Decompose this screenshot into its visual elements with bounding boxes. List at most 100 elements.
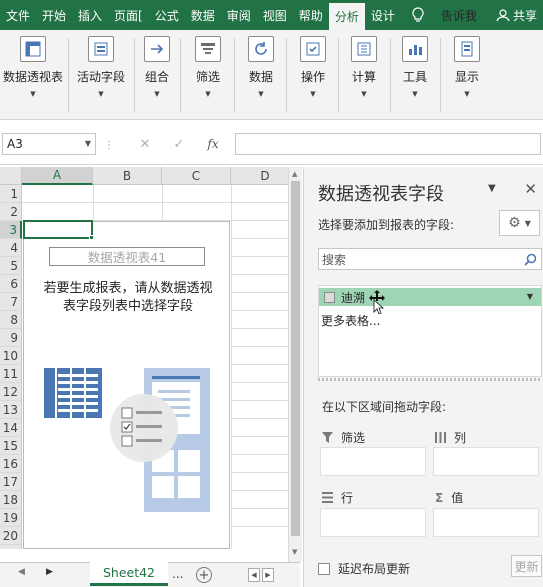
filter-icon — [195, 36, 221, 62]
sheet-prev-icon[interactable]: ◀ — [18, 567, 25, 577]
row-header[interactable]: 19 — [0, 509, 22, 527]
pivot-table-placeholder[interactable]: 数据透视表41 若要生成报表，请从数据透视 表字段列表中选择字段 — [23, 221, 230, 549]
name-box[interactable]: A3 ▼ — [2, 133, 96, 155]
scroll-right-icon[interactable]: ▶ — [262, 568, 274, 582]
select-all-button[interactable] — [0, 167, 22, 185]
calculations-group[interactable]: 计算 ▼ — [342, 34, 386, 120]
field-search-input[interactable]: 搜索 — [318, 248, 542, 270]
active-field-icon — [88, 36, 114, 62]
row-header[interactable]: 6 — [0, 275, 22, 293]
column-header-a[interactable]: A — [22, 167, 93, 185]
scroll-up-icon[interactable]: ▲ — [292, 170, 297, 178]
refresh-data-icon — [248, 36, 274, 62]
worksheet-grid[interactable]: A B C D 1 2 3 4 5 6 7 8 9 10 11 12 13 14… — [0, 167, 288, 549]
tab-review[interactable]: 审阅 — [221, 0, 257, 30]
values-drop-zone[interactable] — [433, 508, 539, 537]
update-button[interactable]: 更新 — [511, 555, 542, 577]
row-header[interactable]: 10 — [0, 347, 22, 365]
field-label: 迪溯 — [341, 290, 366, 305]
chevron-down-icon: ▼ — [98, 90, 104, 98]
chevron-down-icon: ▼ — [412, 90, 418, 98]
sheet-next-icon[interactable]: ▶ — [46, 567, 53, 577]
row-header[interactable]: 14 — [0, 419, 22, 437]
row-header[interactable]: 11 — [0, 365, 22, 383]
tab-insert[interactable]: 插入 — [72, 0, 108, 30]
pivot-field-pane: 数据透视表字段 ▼ ✕ 选择要添加到报表的字段: ⚙ ▼ 搜索 迪溯 ▼ 更多表… — [303, 167, 543, 587]
filter-group[interactable]: 筛选 ▼ — [186, 34, 230, 120]
tab-formulas[interactable]: 公式 — [149, 0, 185, 30]
row-header[interactable]: 20 — [0, 527, 22, 545]
row-header[interactable]: 12 — [0, 383, 22, 401]
sheet-tab-active[interactable]: Sheet42 — [90, 562, 168, 586]
column-header-d[interactable]: D — [231, 167, 288, 185]
row-header[interactable]: 7 — [0, 293, 22, 311]
active-field-group[interactable]: 活动字段 ▼ — [72, 34, 130, 120]
close-icon[interactable]: ✕ — [524, 180, 537, 198]
columns-area-header: 列 — [435, 429, 466, 446]
field-list: 迪溯 ▼ 更多表格... — [318, 285, 542, 377]
vertical-scrollbar[interactable]: ▲ ▼ — [288, 167, 302, 562]
row-header[interactable]: 17 — [0, 473, 22, 491]
drag-prompt: 在以下区域间拖动字段: — [322, 400, 447, 414]
tab-home[interactable]: 开始 — [36, 0, 72, 30]
column-header-b[interactable]: B — [93, 167, 162, 185]
gear-icon: ⚙ — [508, 215, 521, 231]
row-header[interactable]: 2 — [0, 203, 22, 221]
field-checkbox[interactable] — [324, 291, 335, 303]
tab-help[interactable]: 帮助 — [293, 0, 329, 30]
tab-view[interactable]: 视图 — [257, 0, 293, 30]
cancel-button[interactable]: ✕ — [134, 134, 156, 154]
row-header[interactable]: 16 — [0, 455, 22, 473]
share-button[interactable]: 共享 — [490, 0, 543, 30]
tab-data[interactable]: 数据 — [185, 0, 221, 30]
scroll-left-icon[interactable]: ◀ — [248, 568, 260, 582]
scroll-down-icon[interactable]: ▼ — [292, 548, 297, 556]
row-header[interactable]: 5 — [0, 257, 22, 275]
tab-file[interactable]: 文件 — [0, 0, 36, 30]
scrollbar-thumb[interactable] — [291, 181, 300, 536]
columns-drop-zone[interactable] — [433, 447, 539, 476]
more-tables-link[interactable]: 更多表格... — [321, 312, 380, 329]
group-group[interactable]: 组合 ▼ — [138, 34, 176, 120]
fill-handle[interactable] — [89, 235, 94, 240]
defer-checkbox[interactable] — [318, 562, 330, 575]
row-header[interactable]: 13 — [0, 401, 22, 419]
show-group[interactable]: 显示 ▼ — [446, 34, 488, 120]
row-header[interactable]: 15 — [0, 437, 22, 455]
defer-layout-update[interactable]: 延迟布局更新 — [318, 560, 410, 577]
calculations-label: 计算 — [351, 70, 376, 84]
pane-splitter[interactable] — [318, 378, 542, 381]
selected-cell[interactable] — [23, 220, 93, 239]
enter-button[interactable]: ✓ — [168, 134, 190, 154]
add-sheet-button[interactable]: + — [196, 567, 212, 583]
row-header[interactable]: 21 — [0, 545, 22, 549]
pane-options-chevron-icon[interactable]: ▼ — [488, 183, 496, 194]
move-cursor-icon — [369, 290, 385, 314]
rows-drop-zone[interactable] — [320, 508, 426, 537]
pivot-table-group[interactable]: 数据透视表 ▼ — [0, 34, 66, 120]
tell-me[interactable]: 告诉我 — [401, 0, 483, 30]
column-header-c[interactable]: C — [162, 167, 231, 185]
chevron-down-icon: ▼ — [258, 90, 264, 98]
row-header[interactable]: 4 — [0, 239, 22, 257]
drag-handle-icon[interactable]: ⋮ — [104, 140, 114, 151]
rows-icon — [322, 492, 333, 503]
formula-input[interactable] — [235, 133, 541, 155]
data-group[interactable]: 数据 ▼ — [240, 34, 282, 120]
insert-function-button[interactable]: fx — [202, 134, 224, 154]
tools-gear-button[interactable]: ⚙ ▼ — [499, 210, 540, 236]
tab-analyze[interactable]: 分析 — [328, 3, 365, 30]
row-header[interactable]: 1 — [0, 185, 22, 203]
row-header[interactable]: 9 — [0, 329, 22, 347]
row-header[interactable]: 18 — [0, 491, 22, 509]
field-dropdown-icon[interactable]: ▼ — [527, 292, 533, 301]
sheet-more-button[interactable]: ... — [172, 567, 183, 581]
tools-group[interactable]: 工具 ▼ — [394, 34, 436, 120]
row-header[interactable]: 8 — [0, 311, 22, 329]
field-item[interactable]: 迪溯 ▼ — [319, 288, 541, 314]
tab-page-layout[interactable]: 页面⁠[ — [108, 0, 149, 30]
actions-group[interactable]: 操作 ▼ — [292, 34, 334, 120]
filters-drop-zone[interactable] — [320, 447, 426, 476]
tab-design[interactable]: 设计 — [365, 0, 401, 30]
row-header[interactable]: 3 — [0, 221, 22, 239]
